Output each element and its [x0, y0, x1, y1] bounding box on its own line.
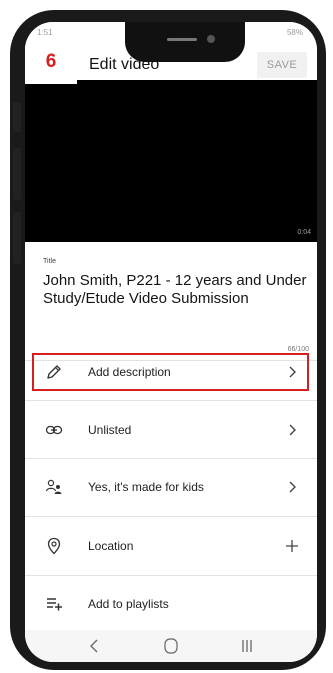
video-preview[interactable]: 0:04 [25, 80, 317, 242]
audience-row[interactable]: Yes, it's made for kids [25, 459, 317, 515]
status-battery: 58% [286, 28, 303, 37]
visibility-row[interactable]: Unlisted [25, 402, 317, 458]
audience-icon [45, 479, 62, 494]
chevron-right-icon [289, 481, 296, 493]
home-icon[interactable] [159, 635, 183, 657]
location-row[interactable]: Location [25, 518, 317, 574]
front-camera [207, 35, 215, 43]
back-icon[interactable] [83, 635, 107, 657]
title-label: Title [43, 258, 56, 265]
add-to-playlists-row[interactable]: Add to playlists [25, 576, 317, 632]
highlight-box [32, 353, 309, 391]
plus-icon[interactable] [285, 539, 299, 553]
phone-screen: 1:51 58% Edit video SAVE 6 0:04 Title Jo… [25, 22, 317, 662]
chevron-right-icon [289, 424, 296, 436]
volume-up-button [13, 102, 21, 132]
location-label: Location [88, 539, 134, 553]
speaker-grille [167, 38, 197, 41]
title-section[interactable]: Title John Smith, P221 - 12 years and Un… [25, 242, 317, 360]
link-icon [45, 425, 63, 435]
add-to-playlists-label: Add to playlists [88, 597, 169, 611]
divider [25, 400, 317, 401]
step-number-badge: 6 [25, 40, 77, 84]
title-field[interactable]: John Smith, P221 - 12 years and Under St… [43, 272, 311, 308]
audience-label: Yes, it's made for kids [88, 480, 204, 494]
volume-down-button [13, 148, 21, 200]
recents-icon[interactable] [235, 635, 259, 657]
status-time: 1:51 [37, 28, 53, 37]
video-duration: 0:04 [297, 229, 311, 236]
bixby-button [13, 212, 21, 264]
android-nav-bar [25, 630, 317, 662]
visibility-label: Unlisted [88, 423, 132, 437]
camera-notch [125, 22, 245, 62]
save-button[interactable]: SAVE [257, 52, 307, 78]
playlist-add-icon [47, 598, 62, 611]
location-pin-icon [47, 537, 61, 555]
divider [25, 516, 317, 517]
